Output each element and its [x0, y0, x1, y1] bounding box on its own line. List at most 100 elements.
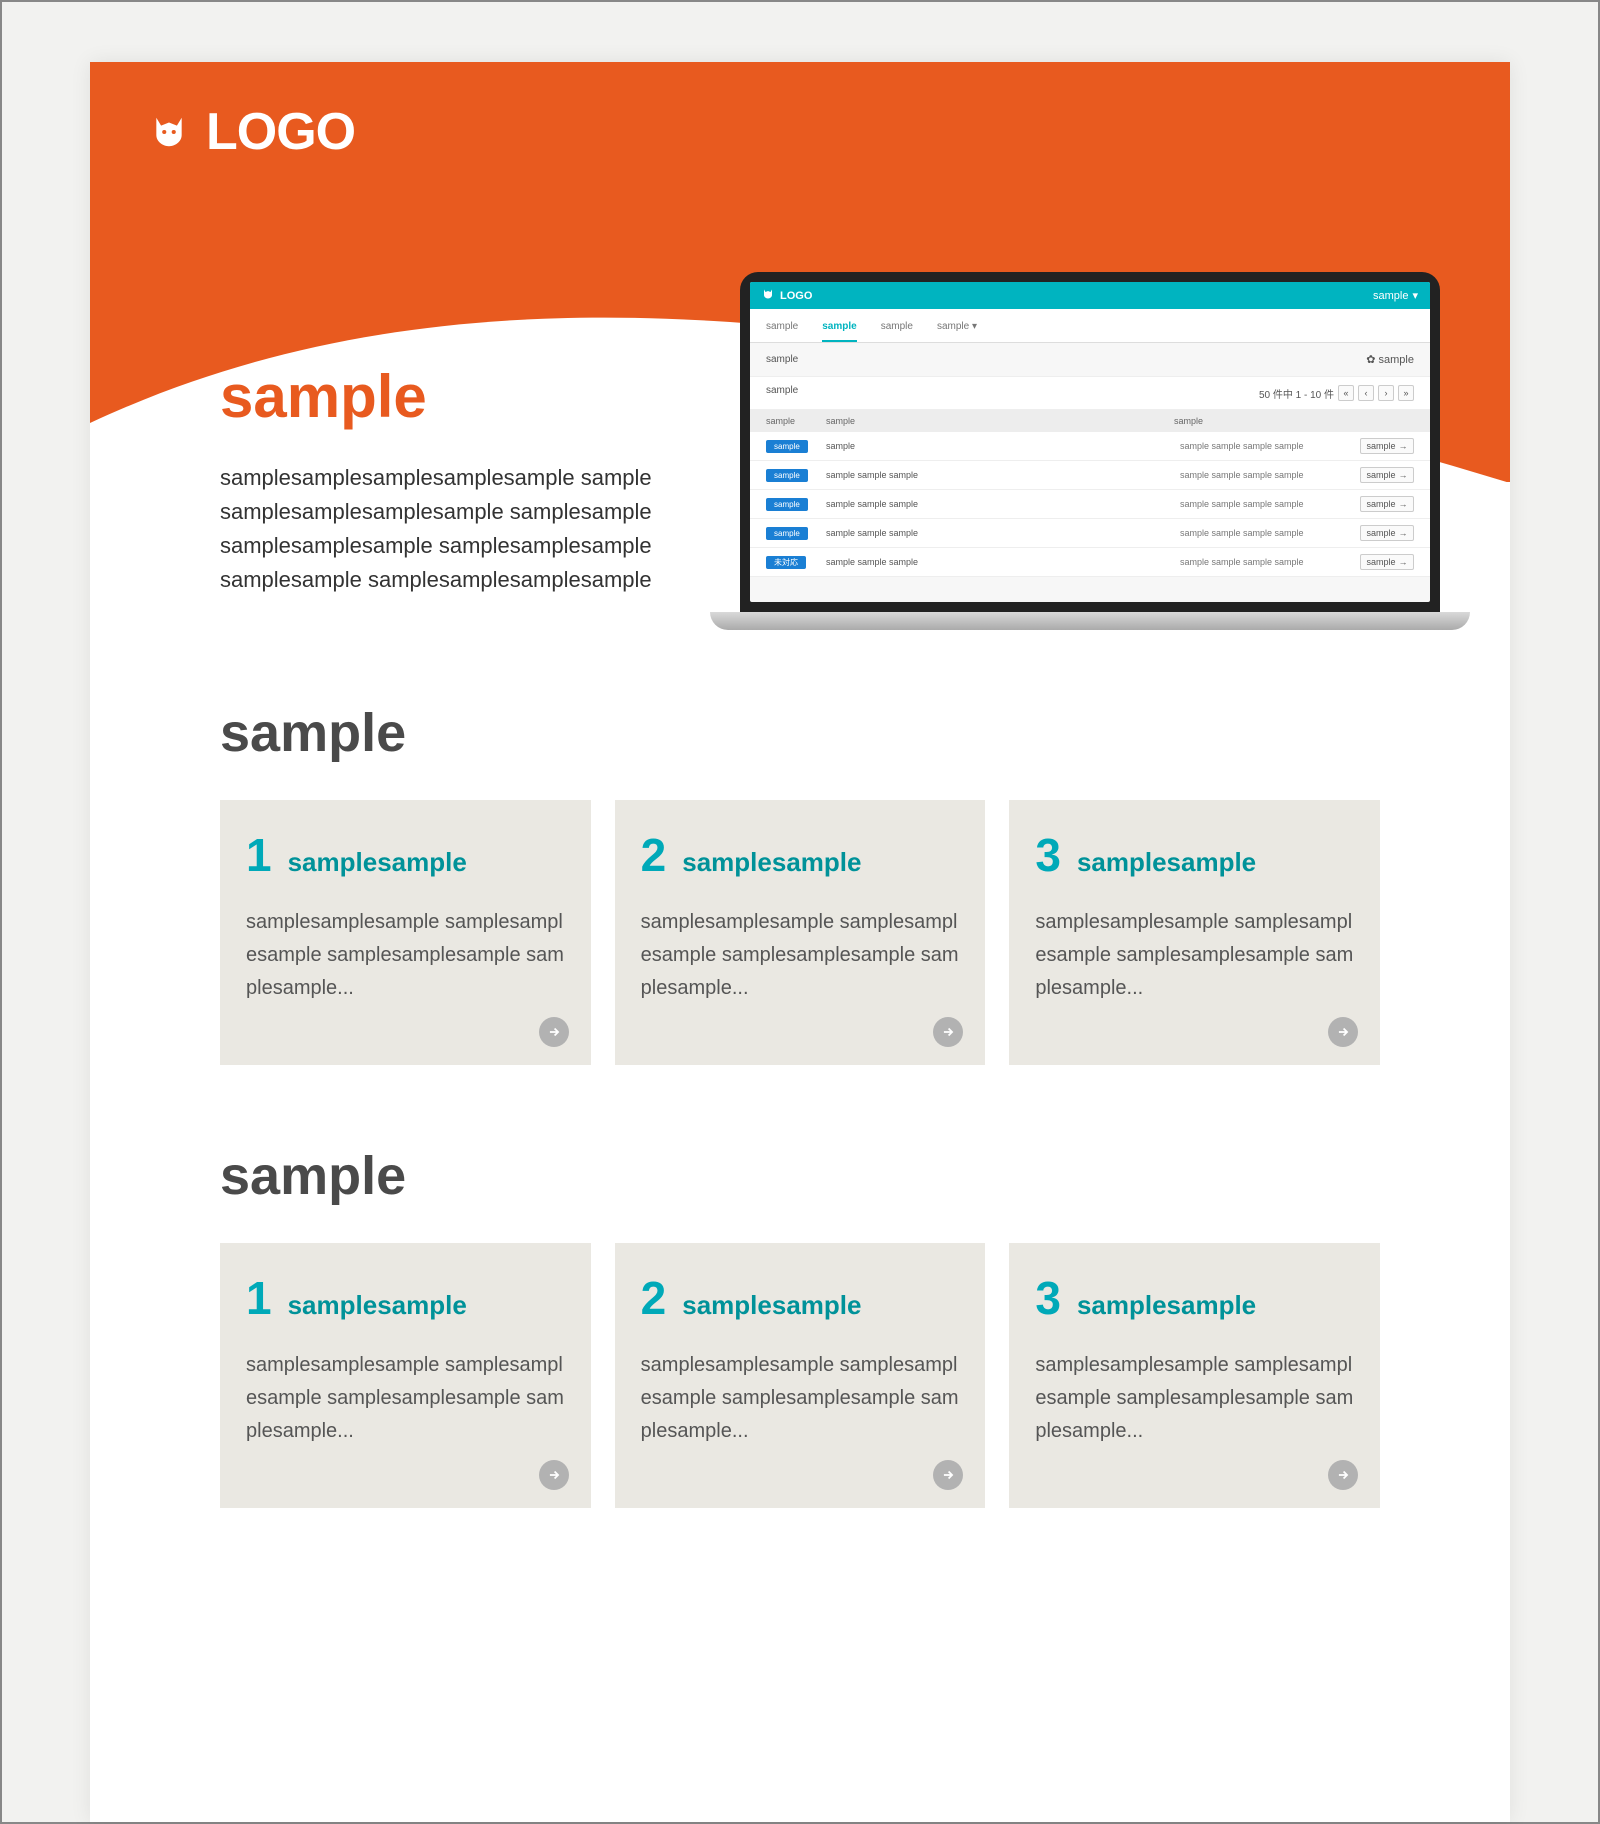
- card-number: 1: [246, 828, 272, 882]
- status-badge: sample: [766, 527, 808, 540]
- cat-icon-small: [762, 288, 774, 303]
- feature-section-1: sample 1 samplesample samplesamplesample s…: [90, 702, 1510, 1065]
- row-detail: sample sample sample sample: [1180, 557, 1360, 567]
- card-number: 2: [641, 828, 667, 882]
- brand-logo: LOGO: [90, 62, 1510, 202]
- pagination-label: 50 件中 1 - 10 件: [1259, 386, 1334, 401]
- arrow-right-icon: →: [1399, 470, 1408, 480]
- laptop-mockup: LOGO sample ▾ sample sample sample sampl…: [740, 272, 1440, 630]
- th-detail: sample: [1174, 416, 1354, 426]
- card-arrow-button[interactable]: [933, 1460, 963, 1490]
- row-detail: sample sample sample sample: [1180, 528, 1360, 538]
- laptop-base: [710, 612, 1470, 630]
- toolbar-left-label: sample: [766, 385, 798, 401]
- arrow-right-icon: →: [1399, 499, 1408, 509]
- intro-body: samplesamplesamplesamplesample samplesam…: [220, 461, 660, 597]
- section-heading: sample: [220, 1145, 1380, 1207]
- row-name: sample: [826, 441, 1180, 451]
- status-badge: sample: [766, 469, 808, 482]
- card-title: samplesample: [288, 847, 467, 878]
- intro-title: sample: [220, 362, 660, 431]
- card-title: samplesample: [682, 847, 861, 878]
- logo-text: LOGO: [206, 102, 355, 162]
- page: LOGO sample samplesamplesamplesamplesamp…: [90, 62, 1510, 1822]
- card-number: 3: [1035, 828, 1061, 882]
- row-name: sample sample sample: [826, 528, 1180, 538]
- feature-card[interactable]: 3samplesamplesamplesamplesample samplesa…: [1009, 800, 1380, 1065]
- app-toolbar: sample 50 件中 1 - 10 件 « ‹ › »: [750, 376, 1430, 410]
- card-body: samplesamplesample samplesamplesample sa…: [1035, 1349, 1354, 1448]
- section-heading: sample: [220, 702, 1380, 764]
- intro-block: sample samplesamplesamplesamplesample sa…: [220, 362, 660, 597]
- card-number: 1: [246, 1271, 272, 1325]
- laptop-screen: LOGO sample ▾ sample sample sample sampl…: [740, 272, 1440, 612]
- feature-card[interactable]: 2 samplesample samplesamplesample samplesa…: [615, 1243, 986, 1508]
- arrow-right-icon: →: [1399, 441, 1408, 451]
- table-row: samplesamplesample sample sample samples…: [750, 432, 1430, 461]
- topbar-user-menu[interactable]: sample ▾: [1373, 289, 1418, 302]
- tab-item-active[interactable]: sample: [822, 317, 856, 342]
- card-title: samplesample: [288, 1290, 467, 1321]
- status-badge: sample: [766, 498, 808, 511]
- row-action-button[interactable]: sample→: [1360, 496, 1414, 512]
- th-status: sample: [766, 416, 826, 426]
- app-logo-text: LOGO: [780, 290, 812, 302]
- row-detail: sample sample sample sample: [1180, 499, 1360, 509]
- feature-card[interactable]: 3samplesamplesamplesamplesample samplesa…: [1009, 1243, 1380, 1508]
- card-arrow-button[interactable]: [1328, 1017, 1358, 1047]
- card-number: 3: [1035, 1271, 1061, 1325]
- cat-icon: [150, 113, 188, 151]
- row-action-button[interactable]: sample→: [1360, 525, 1414, 541]
- app-tabs: sample sample sample sample ▾: [750, 309, 1430, 343]
- card-number: 2: [641, 1271, 667, 1325]
- arrow-right-icon: →: [1399, 528, 1408, 538]
- pagination: 50 件中 1 - 10 件 « ‹ › »: [1259, 385, 1414, 401]
- table-body: samplesamplesample sample sample samples…: [750, 432, 1430, 577]
- row-action-button[interactable]: sample→: [1360, 467, 1414, 483]
- pager-next-button[interactable]: ›: [1378, 385, 1394, 401]
- th-name: sample: [826, 416, 1174, 426]
- row-detail: sample sample sample sample: [1180, 441, 1360, 451]
- cards-row: 1 samplesample samplesamplesample samplesa…: [220, 1243, 1380, 1508]
- card-body: samplesamplesample samplesamplesample sa…: [641, 1349, 960, 1448]
- card-title: samplesample: [1077, 847, 1256, 878]
- app-window: LOGO sample ▾ sample sample sample sampl…: [750, 282, 1430, 602]
- feature-section-2: sample 1 samplesample samplesamplesample s…: [90, 1145, 1510, 1508]
- card-arrow-button[interactable]: [539, 1017, 569, 1047]
- settings-label: sample: [1379, 354, 1414, 366]
- tab-item[interactable]: sample: [766, 317, 798, 342]
- row-name: sample sample sample: [826, 470, 1180, 480]
- status-badge: sample: [766, 440, 808, 453]
- row-action-button[interactable]: sample→: [1360, 554, 1414, 570]
- card-title: samplesample: [682, 1290, 861, 1321]
- tab-item[interactable]: sample: [881, 317, 913, 342]
- table-header: sample sample sample: [750, 410, 1430, 432]
- row-name: sample sample sample: [826, 557, 1180, 567]
- row-action-button[interactable]: sample→: [1360, 438, 1414, 454]
- pager-prev-button[interactable]: ‹: [1358, 385, 1374, 401]
- table-row: sample sample sample samplesample sample …: [750, 490, 1430, 519]
- table-row: sample sample sample samplesample sample …: [750, 461, 1430, 490]
- feature-card[interactable]: 2 samplesample samplesamplesample samplesa…: [615, 800, 986, 1065]
- row-name: sample sample sample: [826, 499, 1180, 509]
- card-arrow-button[interactable]: [933, 1017, 963, 1047]
- card-body: samplesamplesample samplesamplesample sa…: [246, 1349, 565, 1448]
- app-title-row: sample ✿ sample: [750, 343, 1430, 376]
- arrow-right-icon: →: [1399, 557, 1408, 567]
- row-detail: sample sample sample sample: [1180, 470, 1360, 480]
- status-badge: 未対応: [766, 556, 806, 569]
- card-body: samplesamplesample samplesamplesample sa…: [641, 906, 960, 1005]
- card-body: samplesamplesample samplesamplesample sa…: [246, 906, 565, 1005]
- settings-link[interactable]: ✿ sample: [1366, 353, 1414, 366]
- pager-first-button[interactable]: «: [1338, 385, 1354, 401]
- card-arrow-button[interactable]: [1328, 1460, 1358, 1490]
- pager-last-button[interactable]: »: [1398, 385, 1414, 401]
- table-row: 未対応 sample sample samplesample sample sam…: [750, 548, 1430, 577]
- table-row: sample sample sample samplesample sample …: [750, 519, 1430, 548]
- tab-item-dropdown[interactable]: sample ▾: [937, 317, 977, 342]
- feature-card[interactable]: 1 samplesample samplesamplesample samplesa…: [220, 1243, 591, 1508]
- card-arrow-button[interactable]: [539, 1460, 569, 1490]
- feature-card[interactable]: 1 samplesample samplesamplesample samplesa…: [220, 800, 591, 1065]
- cards-row: 1 samplesample samplesamplesample samplesa…: [220, 800, 1380, 1065]
- app-topbar: LOGO sample ▾: [750, 282, 1430, 309]
